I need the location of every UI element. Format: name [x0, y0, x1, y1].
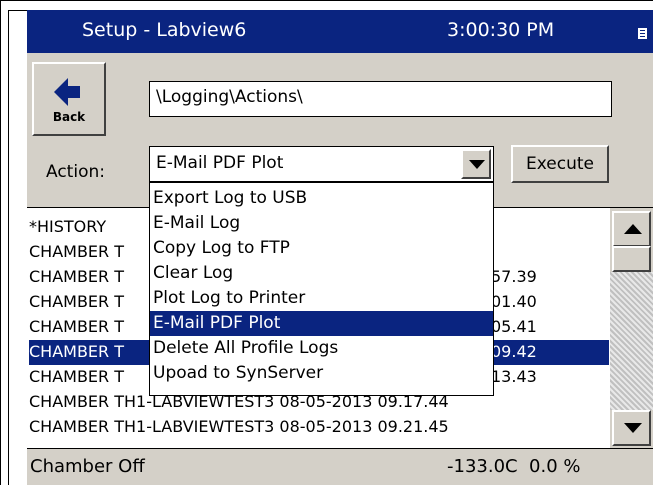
log-row-suffix: 57.39: [491, 267, 537, 286]
scroll-thumb[interactable]: [612, 246, 651, 272]
action-label: Action:: [46, 162, 105, 182]
log-row-suffix: 01.40: [491, 292, 537, 311]
scroll-down-icon[interactable]: [612, 410, 651, 446]
path-field[interactable]: \Logging\Actions\: [149, 81, 612, 117]
execute-button[interactable]: Execute: [511, 145, 609, 183]
action-select[interactable]: E-Mail PDF Plot: [149, 146, 494, 182]
dropdown-option[interactable]: Plot Log to Printer: [150, 286, 493, 311]
dropdown-option[interactable]: Upoad to SynServer: [150, 361, 493, 386]
back-arrow-icon: [54, 78, 80, 106]
action-selected-value: E-Mail PDF Plot: [156, 153, 284, 173]
top-divider: [8, 10, 27, 11]
log-row-name: CHAMBER T: [29, 367, 125, 386]
window-title: Setup - Labview6: [82, 19, 247, 41]
log-row-name: *HISTORY: [29, 217, 107, 236]
scroll-up-icon[interactable]: [612, 211, 651, 247]
scrollbar[interactable]: [610, 208, 653, 448]
status-bar: Chamber Off -133.0C 0.0 %: [27, 450, 653, 485]
back-button[interactable]: Back: [32, 62, 106, 136]
dropdown-arrow-button[interactable]: [461, 149, 491, 179]
log-row-suffix: 13.43: [491, 367, 537, 386]
chamber-readout: -133.0C 0.0 %: [447, 456, 581, 477]
menu-icon[interactable]: [638, 28, 647, 39]
dropdown-option[interactable]: Clear Log: [150, 261, 493, 286]
dropdown-option[interactable]: E-Mail Log: [150, 211, 493, 236]
dropdown-option[interactable]: Export Log to USB: [150, 186, 493, 211]
dropdown-option[interactable]: Delete All Profile Logs: [150, 336, 493, 361]
left-divider: [8, 10, 9, 485]
log-row-name: CHAMBER TH1-LABVIEWTEST3 08-05-2013 09.2…: [29, 417, 449, 436]
log-row-name: CHAMBER T: [29, 242, 125, 261]
dropdown-option[interactable]: Copy Log to FTP: [150, 236, 493, 261]
log-row-name: CHAMBER T: [29, 342, 125, 361]
device-screen: Setup - Labview6 3:00:30 PM Back \Loggin…: [27, 10, 653, 485]
log-row-suffix: 05.41: [491, 317, 537, 336]
clock: 3:00:30 PM: [447, 19, 555, 41]
chamber-status: Chamber Off: [30, 456, 145, 477]
scroll-track[interactable]: [610, 272, 653, 410]
title-bar: Setup - Labview6 3:00:30 PM: [27, 10, 653, 53]
dropdown-option-selected[interactable]: E-Mail PDF Plot: [150, 311, 493, 336]
log-row-name: CHAMBER T: [29, 267, 125, 286]
action-dropdown-list: Export Log to USB E-Mail Log Copy Log to…: [149, 182, 494, 396]
log-row[interactable]: CHAMBER TH1-LABVIEWTEST3 08-05-2013 09.2…: [29, 415, 609, 440]
log-row-name: CHAMBER T: [29, 317, 125, 336]
log-row-name: CHAMBER T: [29, 292, 125, 311]
log-row-suffix: 09.42: [491, 342, 537, 361]
back-button-label: Back: [52, 110, 86, 124]
